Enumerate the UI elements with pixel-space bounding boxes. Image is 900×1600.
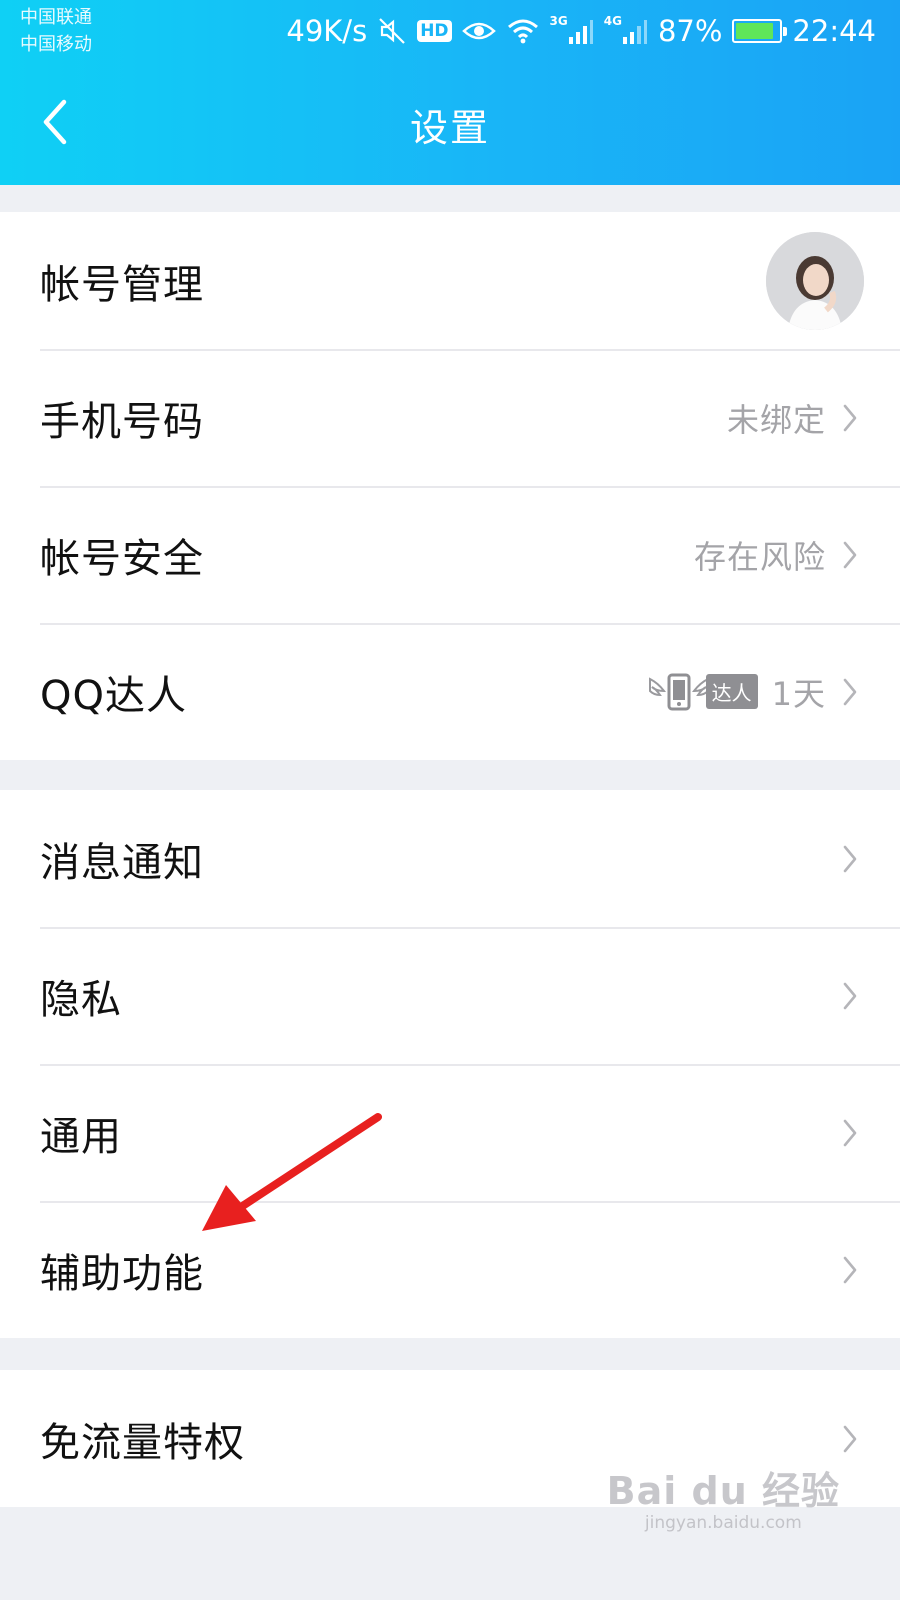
row-right: 未绑定: [727, 395, 860, 441]
settings-item-accessibility[interactable]: 辅助功能: [0, 1201, 900, 1338]
settings-item-account-management[interactable]: 帐号管理: [0, 212, 900, 349]
baidu-watermark: Bai du 经验 jingyan.baidu.com: [607, 1460, 840, 1533]
battery-tip: [783, 27, 788, 36]
general-group: 消息通知 隐私 通用 辅助功能: [0, 790, 900, 1338]
hd-icon: HD: [417, 20, 452, 42]
daren-badge: 达人: [646, 667, 758, 717]
settings-item-label: 帐号管理: [40, 261, 204, 308]
carrier-info: 中国联通 中国移动: [20, 4, 92, 58]
account-group: 帐号管理 手机号码 未绑定 帐号安全 存在风险 QQ达人 达人 1天: [0, 212, 900, 760]
settings-item-label: 免流量特权: [40, 1419, 245, 1466]
chevron-right-icon: [840, 1422, 860, 1456]
settings-item-label: 通用: [40, 1113, 122, 1160]
network-speed: 49K/s: [286, 14, 368, 48]
settings-item-general[interactable]: 通用: [0, 1064, 900, 1201]
sim2-network-label: 4G: [603, 14, 622, 28]
settings-item-label: 手机号码: [40, 398, 204, 445]
status-icons: 49K/s HD 3G 4G 87% 22:44: [286, 10, 876, 52]
settings-item-label: 辅助功能: [40, 1250, 204, 1297]
row-right: [840, 979, 860, 1013]
page-title: 设置: [409, 106, 490, 150]
settings-item-account-security[interactable]: 帐号安全 存在风险: [0, 486, 900, 623]
row-right: [840, 1116, 860, 1150]
row-right: 存在风险: [694, 532, 860, 578]
settings-item-label: 消息通知: [40, 839, 204, 886]
battery-percent: 87%: [657, 14, 723, 48]
settings-item-privacy[interactable]: 隐私: [0, 927, 900, 1064]
row-right: [840, 1253, 860, 1287]
row-right: 达人 1天: [646, 667, 860, 717]
winged-phone-icon: [648, 673, 709, 710]
settings-item-label: QQ达人: [40, 672, 187, 719]
settings-item-qq-daren[interactable]: QQ达人 达人 1天: [0, 623, 900, 760]
chevron-right-icon: [840, 401, 860, 435]
chevron-right-icon: [840, 979, 860, 1013]
row-right: [840, 842, 860, 876]
mute-icon: [377, 16, 407, 46]
chevron-right-icon: [840, 538, 860, 572]
settings-item-phone-number[interactable]: 手机号码 未绑定: [0, 349, 900, 486]
chevron-right-icon: [840, 1253, 860, 1287]
chevron-right-icon: [840, 842, 860, 876]
settings-item-label: 帐号安全: [40, 535, 204, 582]
eye-comfort-icon: [461, 19, 496, 43]
daren-tag: 达人: [705, 674, 758, 709]
avatar: [766, 231, 864, 330]
signal-icon: 4G: [603, 14, 648, 45]
battery-charging-icon: [732, 19, 788, 43]
row-right: [766, 231, 864, 330]
row-right: [840, 1422, 860, 1456]
sim1-network-label: 3G: [549, 14, 568, 28]
chevron-right-icon: [840, 675, 860, 709]
carrier-1: 中国联通: [20, 7, 92, 28]
clock: 22:44: [792, 14, 876, 48]
settings-item-value: 未绑定: [726, 400, 826, 439]
carrier-2: 中国移动: [20, 34, 92, 55]
chevron-right-icon: [840, 1116, 860, 1150]
settings-item-value: 1天: [771, 674, 826, 713]
signal-icon: 3G: [549, 14, 594, 45]
settings-item-label: 隐私: [40, 976, 122, 1023]
settings-item-notifications[interactable]: 消息通知: [0, 790, 900, 927]
watermark-url: jingyan.baidu.com: [644, 1513, 802, 1533]
header: 中国联通 中国移动 49K/s HD 3G 4G 87% 22:44 设置: [0, 0, 900, 185]
settings-screen: 中国联通 中国移动 49K/s HD 3G 4G 87% 22:44 设置 帐号…: [0, 0, 900, 1600]
settings-item-value: 存在风险: [693, 537, 826, 576]
battery-level: [736, 23, 773, 39]
wifi-icon: [506, 17, 540, 45]
watermark-logo: Bai du 经验: [606, 1469, 840, 1513]
